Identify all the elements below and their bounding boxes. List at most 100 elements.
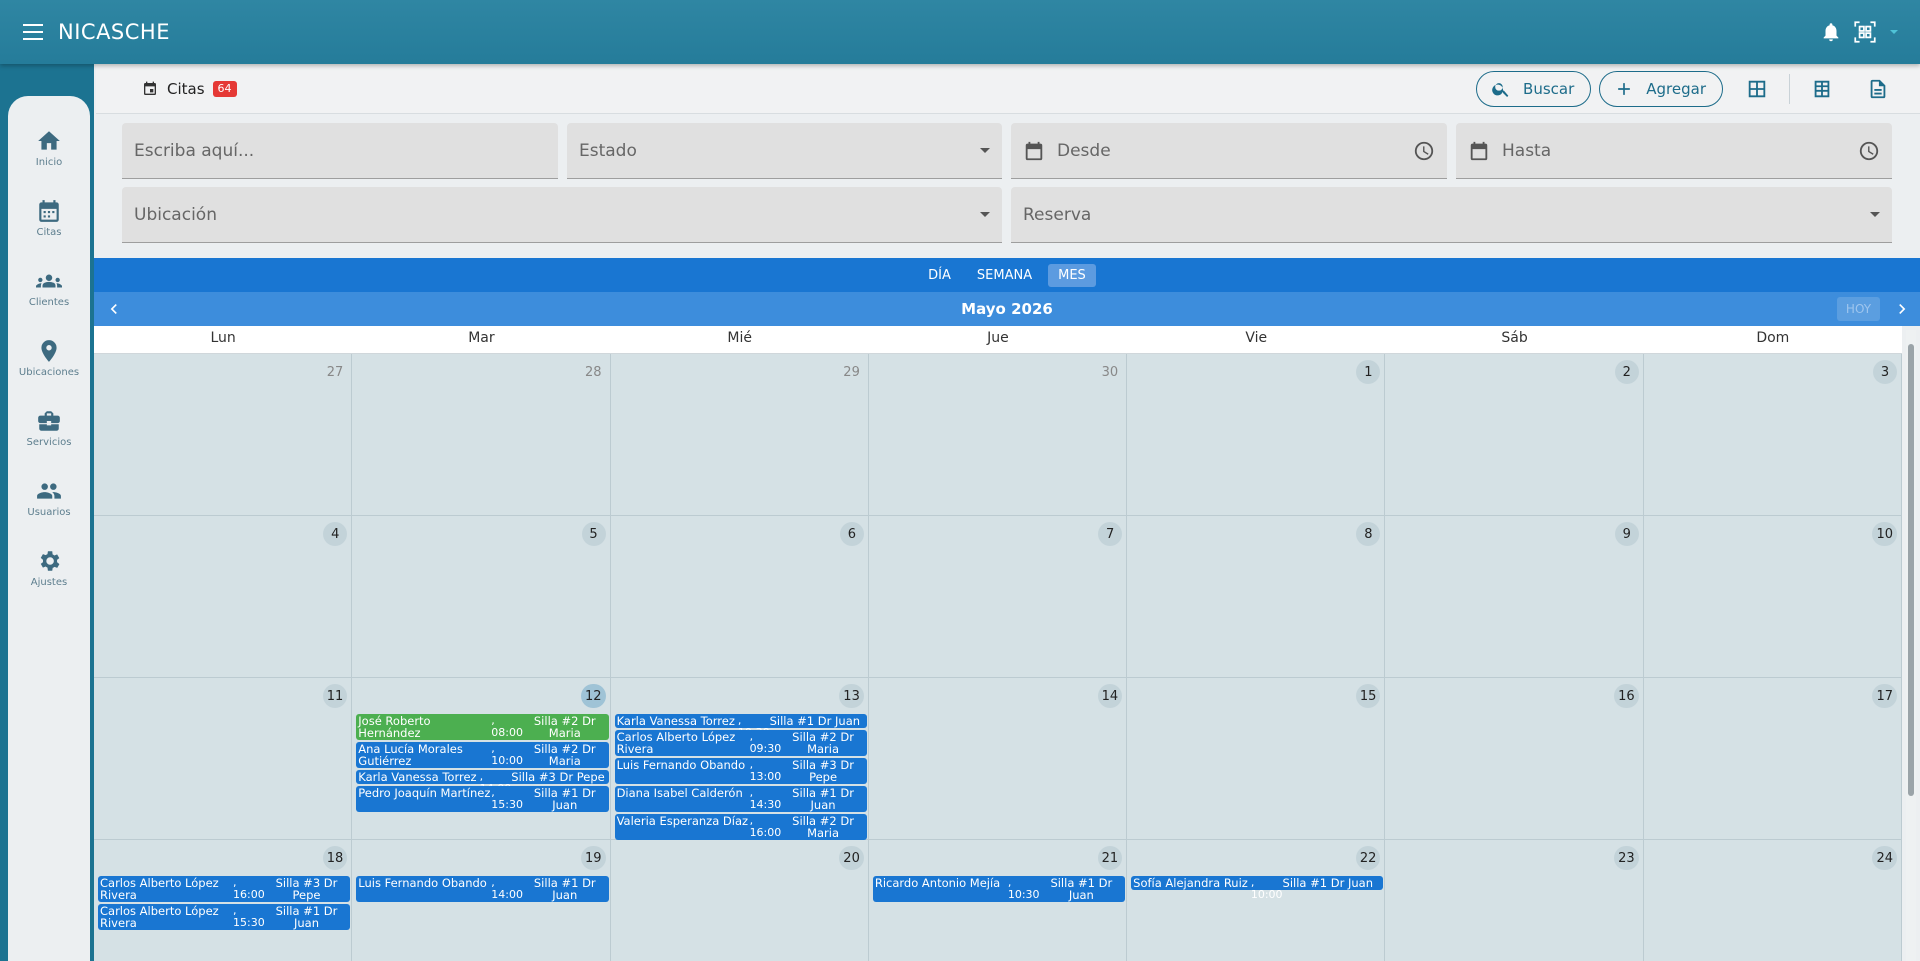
hasta-date-input[interactable]: Hasta (1456, 123, 1892, 179)
appointment-event[interactable]: Carlos Alberto López Rivera , 16:00 Silla … (98, 876, 351, 902)
day-cell[interactable]: 17 (1643, 678, 1902, 840)
chevron-down-icon[interactable] (1888, 26, 1900, 38)
appointment-event[interactable]: Karla Vanessa Torrez, 14:00Silla #3 Dr P… (356, 770, 609, 795)
appointment-event[interactable]: Ricardo Antonio Mejía , 10:30 Silla #1 Dr … (872, 876, 1126, 902)
qr-scan-icon[interactable] (1852, 19, 1878, 45)
day-number[interactable]: 15 (1355, 684, 1381, 708)
sidebar-item-citas[interactable]: Citas (8, 198, 90, 258)
sidebar-item-usuarios[interactable]: Usuarios (8, 478, 90, 538)
day-number[interactable]: 4 (323, 522, 348, 546)
reserva-select[interactable]: Reserva (1011, 187, 1892, 243)
sidebar-item-servicios[interactable]: Servicios (8, 408, 90, 468)
event-location: Silla #3 Dr Pepe (792, 758, 854, 784)
day-cell[interactable]: 24 (1644, 840, 1902, 961)
sidebar-item-label: Servicios (26, 437, 72, 448)
clock-icon[interactable] (1858, 140, 1880, 162)
day-number[interactable]: 24 (1872, 846, 1897, 870)
search-button[interactable]: Buscar (1476, 70, 1592, 107)
appointment-event[interactable]: Pedro Joaquín Martínez, 15:30 Silla #1 Dr… (356, 786, 609, 812)
appointment-event[interactable]: Carlos Alberto López Rivera , 09:30 Silla … (614, 730, 867, 756)
gear-icon (40, 551, 60, 571)
day-cell[interactable]: 28 (352, 354, 611, 516)
event-location: Silla #1 Dr Juan (533, 876, 596, 902)
day-number[interactable]: 23 (1614, 846, 1639, 870)
day-number[interactable]: 30 (1098, 360, 1123, 384)
day-number[interactable]: 5 (581, 522, 606, 546)
sidebar-item-inicio[interactable]: Inicio (8, 128, 90, 188)
view-month-button[interactable]: MES (1048, 263, 1096, 287)
day-cell[interactable]: 4 (94, 516, 353, 678)
day-number[interactable]: 14 (1097, 684, 1123, 708)
day-cell[interactable]: 14 (868, 678, 1128, 840)
today-button[interactable]: HOY (1837, 297, 1880, 321)
day-number[interactable]: 21 (1097, 846, 1123, 870)
appointment-event[interactable]: Sofía Alejandra Ruiz, 10:00 Silla #1 Dr J… (1131, 876, 1384, 901)
day-cell[interactable]: 30 (868, 354, 1128, 516)
appointment-event[interactable]: Carlos Alberto López Rivera , 15:30 Silla … (98, 904, 351, 930)
ubicacion-select[interactable]: Ubicación (122, 187, 1002, 243)
day-number[interactable]: 2 (1614, 360, 1639, 384)
add-button[interactable]: Agregar (1599, 70, 1723, 107)
sidebar-item-ajustes[interactable]: Ajustes (8, 548, 90, 608)
day-number[interactable]: 11 (322, 684, 348, 708)
bell-icon[interactable] (1820, 21, 1842, 43)
day-cell[interactable]: 6 (610, 516, 869, 678)
desde-date-input[interactable]: Desde (1011, 123, 1447, 179)
day-number[interactable]: 3 (1872, 360, 1897, 384)
day-cell[interactable]: 10 (1643, 516, 1902, 678)
day-cell[interactable]: 8 (1127, 516, 1386, 678)
day-cell[interactable]: 11 (94, 678, 353, 840)
appointment-event[interactable]: Valeria Esperanza Díaz, 16:00 Silla #2 Dr… (614, 814, 867, 840)
day-number[interactable]: 8 (1356, 522, 1381, 546)
day-number[interactable]: 17 (1872, 684, 1897, 708)
appointment-event[interactable]: Luis Fernando Obando , 14:00 Silla #1 Dr J… (356, 876, 609, 902)
day-number[interactable]: 28 (581, 360, 606, 384)
appointment-event[interactable]: Karla Vanessa Torrez, 10:30Silla #1 Dr J… (614, 714, 867, 739)
appointment-event[interactable]: Ana Lucía Morales Gutiérrez , 10:00 Silla … (356, 742, 609, 768)
day-number[interactable]: 19 (581, 846, 606, 870)
appointment-event[interactable]: Luis Fernando Obando, 13:00 Silla #3 Dr P… (614, 758, 867, 784)
clock-icon[interactable] (1413, 140, 1435, 162)
appointment-event[interactable]: José Roberto Hernández , 08:00 Silla #2 Dr… (356, 714, 609, 740)
day-number[interactable]: 1 (1356, 360, 1381, 384)
day-cell[interactable]: 1 (1127, 354, 1386, 516)
day-number[interactable]: 22 (1355, 846, 1381, 870)
day-number[interactable]: 7 (1098, 522, 1123, 546)
day-number[interactable]: 29 (839, 360, 864, 384)
day-number[interactable]: 16 (1614, 684, 1639, 708)
day-number[interactable]: 18 (322, 846, 348, 870)
day-number[interactable]: 27 (323, 360, 348, 384)
day-cell[interactable]: 20 (611, 840, 869, 961)
day-number[interactable]: 12 (581, 684, 606, 708)
day-number[interactable]: 9 (1614, 522, 1639, 546)
event-location: Silla #2 Dr Maria (533, 714, 596, 740)
day-cell[interactable]: 3 (1643, 354, 1902, 516)
grid-view-button[interactable] (1737, 69, 1777, 109)
day-cell[interactable]: 7 (868, 516, 1128, 678)
export-document-button[interactable] (1858, 69, 1898, 109)
day-cell[interactable]: 29 (610, 354, 869, 516)
day-cell[interactable]: 9 (1385, 516, 1644, 678)
day-cell[interactable]: 27 (94, 354, 353, 516)
next-month-button[interactable] (1890, 297, 1914, 321)
sidebar-item-clientes[interactable]: Clientes (8, 268, 90, 328)
day-number[interactable]: 20 (839, 846, 864, 870)
scrollbar-thumb[interactable] (1908, 344, 1914, 796)
sidebar-item-ubicaciones[interactable]: Ubicaciones (8, 338, 90, 398)
appointment-event[interactable]: Diana Isabel Calderón , 14:30 Silla #1 Dr … (614, 786, 867, 812)
view-day-button[interactable]: DÍA (918, 264, 961, 287)
day-number[interactable]: 6 (839, 522, 864, 546)
day-number[interactable]: 13 (839, 684, 864, 708)
day-cell[interactable]: 2 (1385, 354, 1644, 516)
menu-icon[interactable] (20, 22, 46, 42)
day-number[interactable]: 10 (1872, 522, 1897, 546)
day-cell[interactable]: 15 (1127, 678, 1386, 840)
export-excel-button[interactable] (1802, 69, 1842, 109)
estado-select[interactable]: Estado (567, 123, 1002, 179)
day-cell[interactable]: 23 (1385, 840, 1644, 961)
search-text-input[interactable]: Escriba aquí... (122, 123, 558, 179)
day-cell[interactable]: 5 (352, 516, 611, 678)
day-cell[interactable]: 16 (1385, 678, 1644, 840)
view-week-button[interactable]: SEMANA (967, 264, 1042, 287)
event-client-name: José Roberto Hernández (358, 714, 431, 740)
